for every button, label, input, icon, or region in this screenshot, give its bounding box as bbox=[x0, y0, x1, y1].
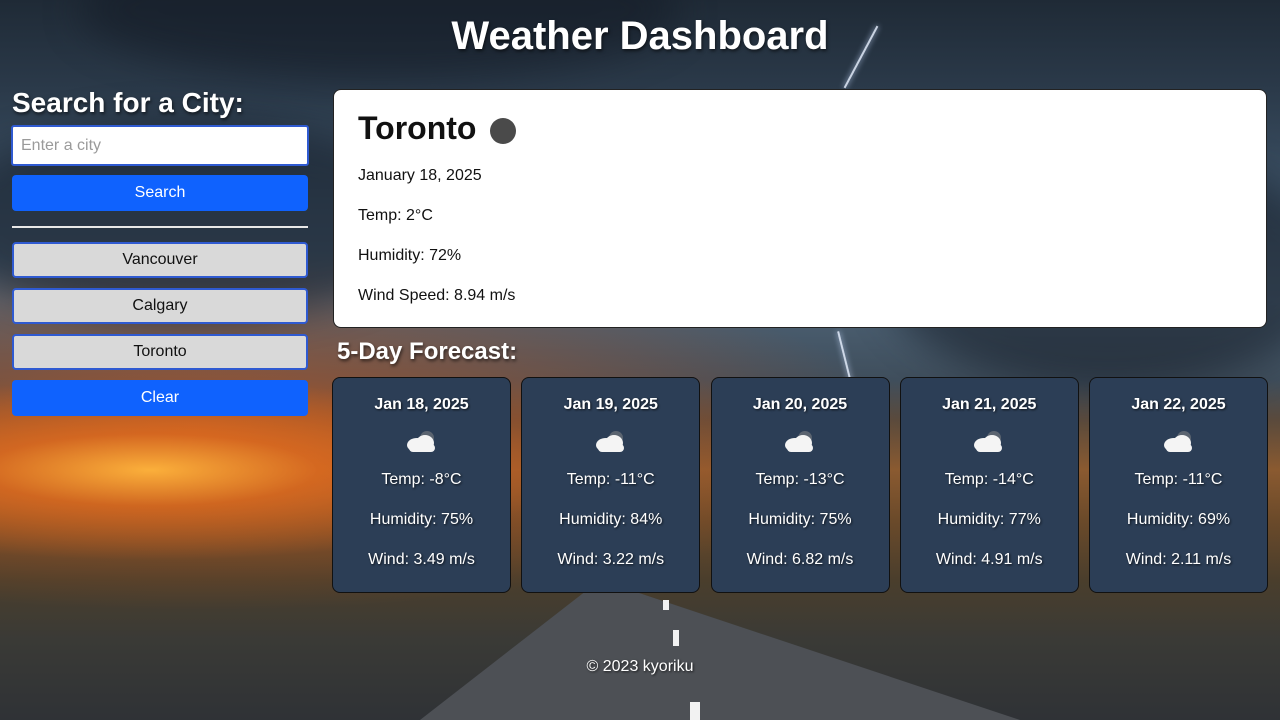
background-road bbox=[420, 580, 1020, 720]
clear-button[interactable]: Clear bbox=[12, 380, 308, 416]
forecast-card: Jan 19, 2025 Temp: -11°C Humidity: 84% W… bbox=[521, 377, 701, 593]
footer-copyright: © 2023 kyoriku bbox=[586, 658, 694, 675]
forecast-wind: Wind: 6.82 m/s bbox=[746, 551, 854, 568]
current-temp: Temp: 2°C bbox=[358, 207, 433, 224]
city-name: Toronto bbox=[358, 109, 477, 146]
history-button-toronto[interactable]: Toronto bbox=[12, 334, 308, 370]
forecast-wind: Wind: 3.49 m/s bbox=[368, 551, 475, 568]
road-marking bbox=[673, 630, 679, 646]
forecast-temp: Temp: -13°C bbox=[755, 471, 845, 488]
forecast-temp: Temp: -11°C bbox=[566, 471, 655, 488]
forecast-date: Jan 21, 2025 bbox=[942, 396, 1037, 413]
history-button-vancouver[interactable]: Vancouver bbox=[12, 242, 308, 278]
forecast-row: Jan 18, 2025 Temp: -8°C Humidity: 75% Wi… bbox=[332, 377, 1268, 593]
cloud-icon bbox=[522, 422, 699, 460]
forecast-wind: Wind: 2.11 m/s bbox=[1125, 551, 1232, 568]
forecast-humidity: Humidity: 69% bbox=[1126, 511, 1231, 528]
cloud-icon bbox=[333, 422, 510, 460]
forecast-heading: 5-Day Forecast: bbox=[337, 338, 518, 365]
cloud-icon bbox=[712, 422, 889, 460]
forecast-date: Jan 22, 2025 bbox=[1131, 396, 1226, 413]
forecast-card: Jan 22, 2025 Temp: -11°C Humidity: 69% W… bbox=[1089, 377, 1268, 593]
forecast-temp: Temp: -11°C bbox=[1134, 471, 1223, 488]
forecast-card: Jan 21, 2025 Temp: -14°C Humidity: 77% W… bbox=[899, 377, 1079, 593]
current-humidity: Humidity: 72% bbox=[358, 247, 462, 264]
city-row: Toronto bbox=[358, 110, 1242, 146]
search-button[interactable]: Search bbox=[12, 175, 308, 211]
road-marking bbox=[663, 600, 669, 610]
cloud-icon bbox=[901, 422, 1078, 460]
forecast-wind: Wind: 3.22 m/s bbox=[557, 551, 665, 568]
forecast-temp: Temp: -14°C bbox=[944, 471, 1034, 488]
forecast-temp: Temp: -8°C bbox=[381, 471, 462, 488]
cloud-icon bbox=[1090, 422, 1267, 460]
page-title: Weather Dashboard bbox=[451, 14, 829, 58]
forecast-humidity: Humidity: 75% bbox=[748, 511, 852, 528]
search-heading: Search for a City: bbox=[12, 87, 244, 118]
forecast-humidity: Humidity: 84% bbox=[559, 511, 663, 528]
forecast-wind: Wind: 4.91 m/s bbox=[935, 551, 1043, 568]
sidebar: Search for a City: Search Vancouver Calg… bbox=[11, 86, 309, 416]
history-button-calgary[interactable]: Calgary bbox=[12, 288, 308, 324]
city-search-input[interactable] bbox=[11, 125, 309, 166]
current-date: January 18, 2025 bbox=[358, 167, 482, 184]
search-history-list: Vancouver Calgary Toronto Clear bbox=[12, 242, 308, 416]
forecast-date: Jan 18, 2025 bbox=[374, 396, 469, 413]
forecast-date: Jan 20, 2025 bbox=[752, 396, 848, 413]
road-marking bbox=[690, 702, 700, 720]
forecast-humidity: Humidity: 77% bbox=[937, 511, 1041, 528]
current-wind: Wind Speed: 8.94 m/s bbox=[358, 287, 516, 304]
forecast-date: Jan 19, 2025 bbox=[563, 396, 658, 413]
forecast-card: Jan 20, 2025 Temp: -13°C Humidity: 75% W… bbox=[710, 377, 890, 593]
forecast-card: Jan 18, 2025 Temp: -8°C Humidity: 75% Wi… bbox=[332, 377, 511, 593]
forecast-humidity: Humidity: 75% bbox=[369, 511, 474, 528]
divider bbox=[12, 226, 308, 228]
current-weather-card: Toronto January 18, 2025 Temp: 2°C Humid… bbox=[333, 89, 1267, 328]
weather-dot-icon bbox=[490, 118, 517, 144]
